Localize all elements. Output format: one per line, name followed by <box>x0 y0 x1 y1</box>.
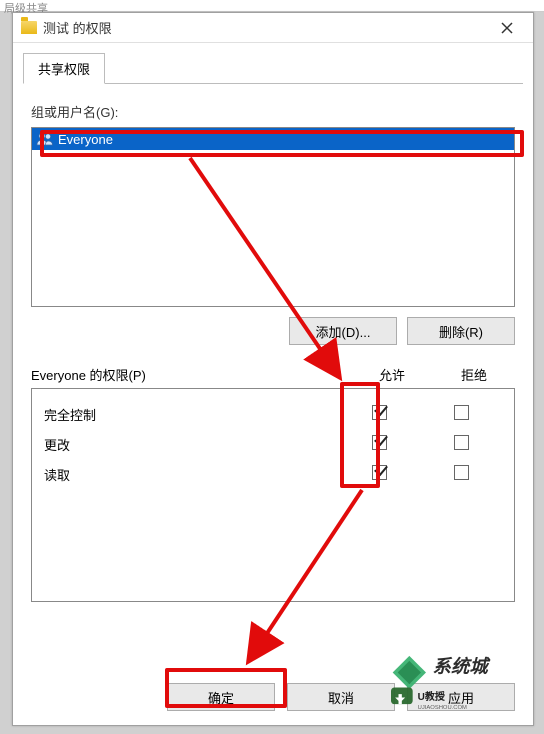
allow-checkbox[interactable] <box>372 465 387 480</box>
permissions-grid: 完全控制更改读取 <box>31 388 515 602</box>
permissions-header: Everyone 的权限(P) 允许 拒绝 <box>31 365 515 384</box>
window-title: 测试 的权限 <box>43 18 485 37</box>
deny-checkbox[interactable] <box>454 405 469 420</box>
ok-button[interactable]: 确定 <box>167 683 275 711</box>
deny-checkbox[interactable] <box>454 435 469 450</box>
allow-checkbox[interactable] <box>372 435 387 450</box>
permission-row: 完全控制 <box>32 399 514 429</box>
background-window-hint: 局级共享 <box>0 0 544 12</box>
tab-share-permissions[interactable]: 共享权限 <box>23 53 105 84</box>
close-icon <box>501 22 513 34</box>
deny-checkbox[interactable] <box>454 465 469 480</box>
cancel-button[interactable]: 取消 <box>287 683 395 711</box>
groups-users-label: 组或用户名(G): <box>31 102 515 121</box>
permissions-for-label: Everyone 的权限(P) <box>31 365 351 384</box>
list-item-everyone[interactable]: Everyone <box>32 128 514 150</box>
dialog-action-row: 确定 取消 应用 <box>13 683 533 711</box>
permission-name: 完全控制 <box>44 405 338 424</box>
folder-icon <box>21 21 37 34</box>
remove-button[interactable]: 删除(R) <box>407 317 515 345</box>
allow-checkbox[interactable] <box>372 405 387 420</box>
close-button[interactable] <box>485 14 529 42</box>
titlebar: 测试 的权限 <box>13 13 533 43</box>
groups-users-list[interactable]: Everyone <box>31 127 515 307</box>
panel: 组或用户名(G): Everyone 添加(D)... 删除(R) Everyo… <box>13 84 533 602</box>
permission-name: 读取 <box>44 465 338 484</box>
group-icon <box>36 132 54 146</box>
permissions-dialog: 测试 的权限 共享权限 组或用户名(G): <box>12 12 534 726</box>
column-allow: 允许 <box>351 365 433 384</box>
list-item-label: Everyone <box>58 132 113 147</box>
permission-row: 读取 <box>32 459 514 489</box>
tab-strip: 共享权限 <box>13 43 533 84</box>
apply-button[interactable]: 应用 <box>407 683 515 711</box>
permission-name: 更改 <box>44 435 338 454</box>
permission-row: 更改 <box>32 429 514 459</box>
add-button[interactable]: 添加(D)... <box>289 317 397 345</box>
column-deny: 拒绝 <box>433 365 515 384</box>
